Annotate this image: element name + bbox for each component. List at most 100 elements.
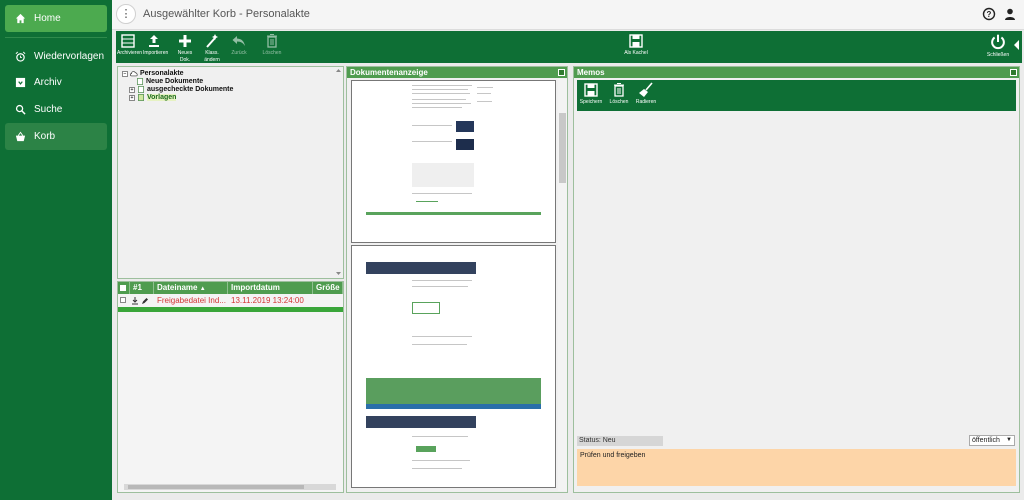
trash-icon (614, 83, 624, 97)
undo-arrow-icon (232, 36, 245, 46)
memo-save-button[interactable]: Speichern (579, 82, 603, 106)
memo-toolbar: Speichern Löschen Radieren (577, 80, 1016, 111)
download-icon[interactable] (131, 296, 139, 305)
change-class-button[interactable]: Klass. ändern (200, 33, 224, 64)
scroll-thumb[interactable] (559, 113, 566, 183)
plus-icon (179, 35, 191, 47)
memo-save-label: Speichern (579, 99, 603, 105)
viewer-title: Dokumentenanzeige (350, 68, 428, 77)
back-button[interactable]: Zurück (228, 33, 250, 57)
top-bar: ⋮ Ausgewählter Korb - Personalakte ? (112, 0, 1024, 30)
tree-root[interactable]: − Personalakte (122, 70, 184, 77)
memo-status: Status: Neu (577, 436, 663, 446)
collapse-toggle[interactable]: − (122, 70, 128, 77)
as-tile-label: Als Kachel (624, 50, 648, 56)
save-tile-icon (629, 34, 643, 48)
tree-label: ausgecheckte Dokumente (147, 86, 234, 93)
document-icon (137, 78, 143, 85)
sidebar-item-korb[interactable]: Korb (5, 123, 107, 150)
user-icon[interactable] (1003, 7, 1017, 21)
chevron-down-icon: ▼ (1006, 437, 1012, 443)
tree-label: Vorlagen (147, 94, 177, 101)
sidebar-item-label: Archiv (34, 77, 62, 88)
document-icon (138, 94, 144, 101)
sidebar-item-wiedervorlagen[interactable]: Wiedervorlagen (5, 43, 107, 70)
new-document-button[interactable]: Neues Dok. (174, 33, 196, 64)
sidebar-item-label: Wiedervorlagen (34, 51, 105, 62)
folder-tree-panel: − Personalakte Neue Dokumente + ausgeche… (117, 66, 344, 279)
power-icon (991, 34, 1005, 50)
edit-pencil-icon[interactable] (141, 297, 149, 305)
column-filename-label: Dateiname (157, 283, 198, 292)
delete-button[interactable]: Löschen (261, 33, 283, 57)
tree-item-templates[interactable]: + Vorlagen (129, 94, 177, 101)
scroll-thumb[interactable] (128, 485, 304, 489)
back-label: Zurück (231, 50, 247, 56)
sort-asc-icon: ▲ (199, 286, 206, 292)
memos-panel: Memos Speichern Löschen Radieren Status:… (573, 66, 1020, 493)
sidebar-item-label: Korb (34, 131, 56, 142)
select-all-checkbox[interactable] (118, 282, 130, 294)
import-button[interactable]: Importieren (143, 33, 169, 57)
change-class-label: Klass. ändern (204, 50, 220, 63)
main-toolbar: Archivieren Importieren Neues Dok. Klass… (116, 31, 1022, 63)
list-horizontal-scrollbar[interactable] (124, 484, 336, 490)
maximize-icon[interactable] (1010, 69, 1017, 76)
maximize-icon[interactable] (558, 69, 565, 76)
column-size[interactable]: Größe (313, 282, 343, 294)
menu-button[interactable]: ⋮ (116, 4, 136, 24)
close-button[interactable]: Schließen (986, 33, 1010, 59)
visibility-select[interactable]: öffentlich ▼ (969, 435, 1015, 446)
search-icon (15, 104, 26, 115)
home-icon (15, 13, 26, 24)
sidebar: Home Wiedervorlagen Archiv Suche Korb (0, 0, 112, 500)
tree-item-checked-out[interactable]: + ausgecheckte Dokumente (129, 86, 233, 93)
help-icon[interactable]: ? (982, 7, 996, 21)
collapse-arrow-icon[interactable] (1013, 40, 1020, 50)
import-label: Importieren (143, 50, 169, 56)
close-label: Schließen (986, 52, 1010, 58)
tree-scrollbar[interactable] (335, 69, 342, 275)
magic-wand-icon (206, 34, 218, 48)
alarm-clock-icon (15, 51, 26, 62)
row-checkbox[interactable] (118, 295, 130, 306)
viewer-header: Dokumentenanzeige (347, 67, 567, 78)
memo-erase-label: Radieren (635, 99, 657, 105)
trash-icon (267, 34, 277, 48)
sidebar-item-archiv[interactable]: Archiv (5, 69, 107, 96)
archive-icon (121, 34, 135, 48)
document-list-panel: #1 Dateiname ▲ Importdatum Größe Freigab… (117, 281, 344, 493)
column-import-date[interactable]: Importdatum (228, 282, 313, 294)
tree-item-new-docs[interactable]: Neue Dokumente (136, 78, 203, 85)
tree-label: Neue Dokumente (146, 78, 204, 85)
archive-button[interactable]: Archivieren (117, 33, 143, 57)
archive-label: Archivieren (117, 50, 143, 56)
expand-toggle[interactable]: + (129, 94, 135, 101)
document-page-2[interactable] (351, 245, 556, 488)
row-filename: Freigabedatei Ind... (157, 296, 226, 305)
document-viewer-panel: Dokumentenanzeige (346, 66, 568, 493)
tree-label: Personalakte (140, 70, 184, 77)
memo-erase-button[interactable]: Radieren (633, 82, 659, 106)
document-icon (138, 86, 144, 93)
table-row[interactable]: Freigabedatei Ind... 13.11.2019 13:24:00 (118, 295, 343, 306)
column-filename[interactable]: Dateiname ▲ (154, 282, 228, 294)
sidebar-item-home[interactable]: Home (5, 5, 107, 32)
page-title: Ausgewählter Korb - Personalakte (143, 8, 310, 20)
as-tile-button[interactable]: Als Kachel (616, 33, 656, 57)
memos-header: Memos (574, 67, 1019, 78)
sidebar-item-suche[interactable]: Suche (5, 96, 107, 123)
memo-textarea[interactable]: Prüfen und freigeben (577, 449, 1016, 486)
viewer-scrollbar[interactable] (558, 79, 567, 491)
svg-text:?: ? (987, 10, 992, 19)
column-number[interactable]: #1 (130, 282, 154, 294)
visibility-value: öffentlich (972, 437, 1000, 444)
basket-icon (15, 131, 26, 142)
document-page-1[interactable] (351, 80, 556, 243)
expand-toggle[interactable]: + (129, 86, 135, 93)
sidebar-item-label: Suche (34, 104, 63, 115)
memo-delete-label: Löschen (609, 99, 629, 105)
memo-delete-button[interactable]: Löschen (608, 82, 630, 106)
list-header: #1 Dateiname ▲ Importdatum Größe (118, 282, 343, 294)
sidebar-divider (5, 37, 107, 38)
